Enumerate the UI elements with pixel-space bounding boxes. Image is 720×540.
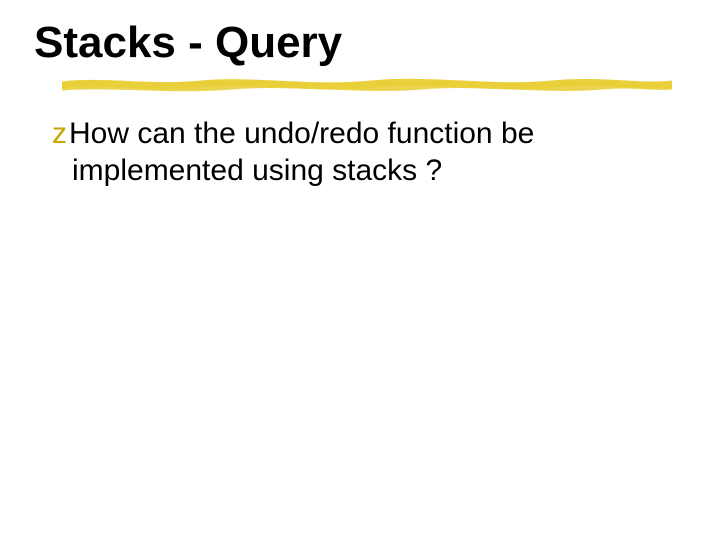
bullet-item: zHow can the undo/redo function be [52,116,670,153]
slide: Stacks - Query zHow can the undo/redo fu… [0,0,720,540]
slide-title: Stacks - Query [34,18,342,68]
bullet-icon: z [52,117,67,150]
bullet-line-2: implemented using stacks ? [72,153,670,190]
title-underline [62,78,672,92]
body-text: zHow can the undo/redo function be imple… [52,116,670,189]
bullet-line-1: How can the undo/redo function be [69,117,534,150]
